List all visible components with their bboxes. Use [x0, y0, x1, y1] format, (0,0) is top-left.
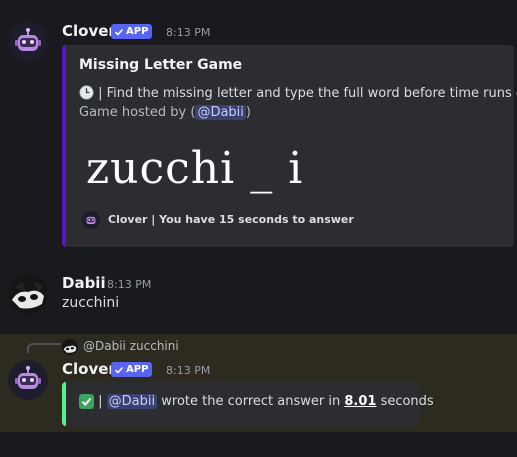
hosted-by-line: Game hosted by (@Dabii) — [79, 105, 251, 120]
robot-icon — [82, 211, 100, 229]
check-icon — [114, 366, 124, 374]
reply-mention[interactable]: @Dabii — [83, 339, 126, 353]
app-badge: APP — [111, 362, 153, 377]
clover-avatar[interactable] — [8, 360, 48, 400]
panda-avatar-icon — [62, 339, 78, 355]
result-text-before: wrote the correct answer in — [161, 394, 341, 409]
checkmark-icon — [79, 394, 94, 409]
app-badge-label: APP — [126, 364, 149, 375]
timestamp: 8:13 PM — [166, 364, 211, 377]
embed-description: | Find the missing letter and type the f… — [79, 85, 517, 101]
result-text-after: seconds — [380, 394, 434, 409]
author-name[interactable]: Clover — [62, 360, 116, 378]
message-text: zucchini — [62, 295, 120, 311]
reply-preview[interactable]: @Dabii zucchini — [83, 339, 179, 353]
result-text: | @Dabii wrote the correct answer in 8.0… — [79, 394, 434, 409]
timestamp: 8:13 PM — [166, 26, 211, 39]
robot-icon — [8, 22, 48, 62]
hosted-by-prefix: Game hosted by ( — [79, 105, 196, 120]
hosted-by-suffix: ) — [245, 105, 251, 120]
reply-snippet: zucchini — [129, 339, 179, 353]
clock-icon — [79, 85, 94, 100]
author-name[interactable]: Clover — [62, 22, 116, 40]
game-embed: Missing Letter Game | Find the missing l… — [62, 45, 517, 247]
embed-title: Missing Letter Game — [79, 57, 243, 73]
check-icon — [114, 28, 124, 36]
reply-connector — [27, 343, 61, 353]
author-name[interactable]: Dabii — [62, 274, 106, 292]
app-badge-label: APP — [126, 26, 149, 37]
panda-avatar-icon — [8, 274, 48, 314]
embed-description-text: | Find the missing letter and type the f… — [98, 86, 517, 101]
seconds-value: 8.01 — [344, 394, 377, 409]
user-mention[interactable]: @Dabii — [195, 105, 246, 120]
footer-avatar — [82, 211, 100, 229]
embed-footer: Clover | You have 15 seconds to answer — [108, 213, 354, 226]
clover-avatar[interactable] — [8, 22, 48, 62]
separator: | — [98, 394, 103, 409]
robot-icon — [8, 360, 48, 400]
user-mention[interactable]: @Dabii — [106, 394, 158, 409]
timestamp: 8:13 PM — [107, 278, 152, 291]
dabii-avatar[interactable] — [8, 274, 48, 314]
result-embed: | @Dabii wrote the correct answer in 8.0… — [62, 382, 434, 426]
app-badge: APP — [111, 24, 153, 39]
reply-avatar — [62, 339, 78, 355]
puzzle-word: zucchi _ i — [86, 143, 304, 194]
